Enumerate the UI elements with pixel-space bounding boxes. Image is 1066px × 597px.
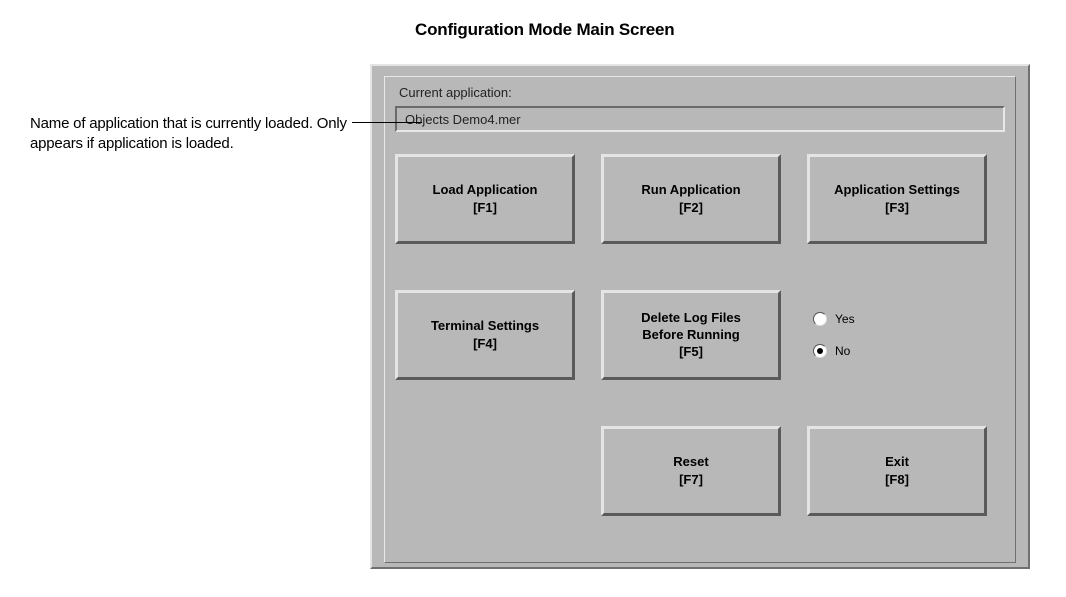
application-settings-button[interactable]: Application Settings [F3] — [807, 154, 987, 244]
delete-log-files-button[interactable]: Delete Log Files Before Running [F5] — [601, 290, 781, 380]
button-fkey: [F3] — [885, 200, 909, 216]
button-fkey: [F8] — [885, 472, 909, 488]
button-label: Run Application — [641, 182, 740, 198]
annotation-callout: Name of application that is currently lo… — [30, 114, 370, 155]
radio-no-label: No — [835, 344, 850, 358]
current-application-label: Current application: — [399, 85, 1005, 100]
button-label: Delete Log Files — [641, 310, 741, 326]
terminal-settings-button[interactable]: Terminal Settings [F4] — [395, 290, 575, 380]
annotation-leader-line — [352, 122, 422, 123]
radio-icon — [813, 344, 827, 358]
button-label: Application Settings — [834, 182, 960, 198]
radio-yes-label: Yes — [835, 312, 855, 326]
button-label: Exit — [885, 454, 909, 470]
button-label: Reset — [673, 454, 708, 470]
config-main-inner: Current application: Objects Demo4.mer L… — [384, 76, 1016, 563]
run-application-button[interactable]: Run Application [F2] — [601, 154, 781, 244]
current-application-field: Objects Demo4.mer — [395, 106, 1005, 132]
load-application-button[interactable]: Load Application [F1] — [395, 154, 575, 244]
radio-no[interactable]: No — [813, 344, 987, 358]
button-fkey: [F4] — [473, 336, 497, 352]
config-main-screen: Current application: Objects Demo4.mer L… — [370, 64, 1030, 569]
button-fkey: [F1] — [473, 200, 497, 216]
button-fkey: [F5] — [679, 344, 703, 360]
radio-icon — [813, 312, 827, 326]
button-label-line2: Before Running — [642, 327, 740, 343]
button-label: Load Application — [433, 182, 538, 198]
radio-yes[interactable]: Yes — [813, 312, 987, 326]
button-fkey: [F2] — [679, 200, 703, 216]
exit-button[interactable]: Exit [F8] — [807, 426, 987, 516]
delete-log-radio-group: Yes No — [807, 290, 987, 380]
page-heading: Configuration Mode Main Screen — [415, 20, 1036, 40]
reset-button[interactable]: Reset [F7] — [601, 426, 781, 516]
button-fkey: [F7] — [679, 472, 703, 488]
button-label: Terminal Settings — [431, 318, 539, 334]
